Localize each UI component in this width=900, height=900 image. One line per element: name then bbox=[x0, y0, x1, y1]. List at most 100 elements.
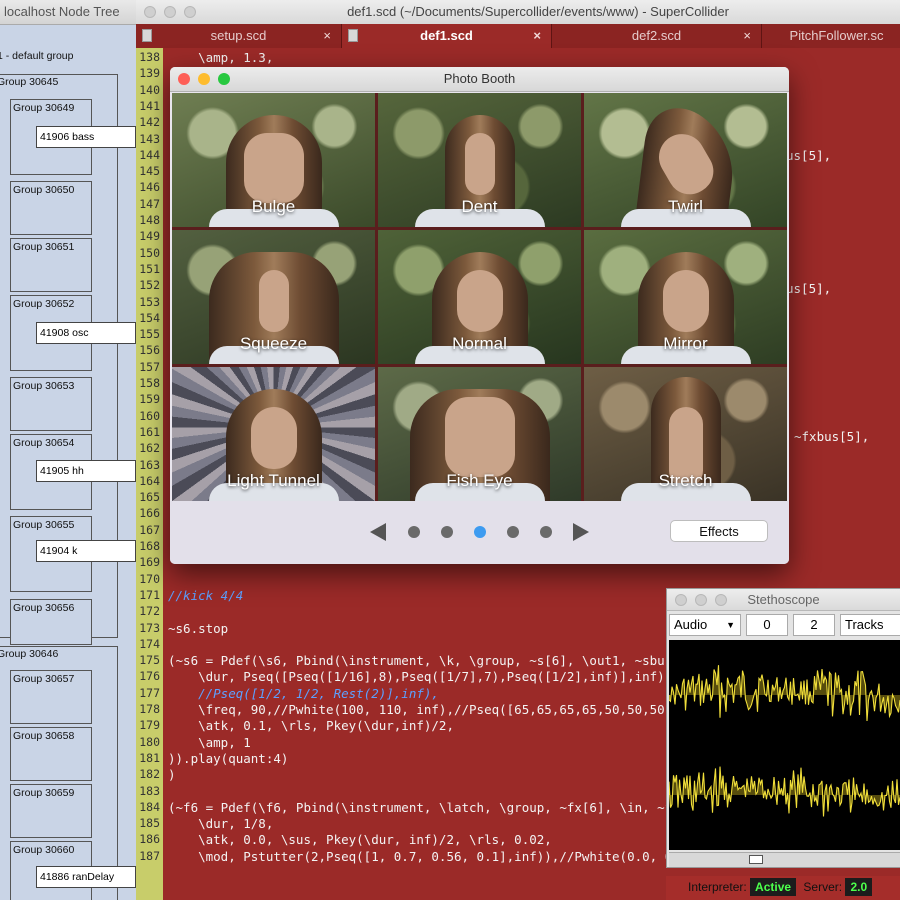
channel-count-field[interactable]: 2 bbox=[793, 614, 835, 636]
line-number: 174 bbox=[139, 636, 160, 651]
close-tab-icon[interactable]: × bbox=[533, 24, 541, 48]
page-dot[interactable] bbox=[540, 526, 552, 538]
effect-tile-bulge[interactable]: Bulge bbox=[172, 93, 375, 227]
effect-tile-mirror[interactable]: Mirror bbox=[584, 230, 787, 364]
code-line[interactable]: \amp, 1 bbox=[168, 735, 251, 750]
synth-node[interactable]: 41906 bass bbox=[36, 126, 136, 148]
code-line[interactable]: (~f6 = Pdef(\f6, Pbind(\instrument, \lat… bbox=[168, 800, 732, 815]
server-status-badge[interactable]: 2.0 bbox=[845, 878, 873, 896]
line-number: 146 bbox=[139, 180, 160, 195]
code-line[interactable]: (~s6 = Pdef(\s6, Pbind(\instrument, \k, … bbox=[168, 653, 702, 668]
effect-tile-twirl[interactable]: Twirl bbox=[584, 93, 787, 227]
interpreter-status-badge[interactable]: Active bbox=[750, 878, 797, 896]
rate-select[interactable]: Audio ▼ bbox=[669, 614, 741, 636]
code-fragment[interactable]: ~fxbus[5], bbox=[794, 429, 869, 444]
subject-face bbox=[464, 133, 495, 195]
scope-scrollbar[interactable] bbox=[669, 852, 900, 867]
tab-def1[interactable]: def1.scd × bbox=[342, 24, 552, 48]
scrollbar-thumb[interactable] bbox=[749, 855, 763, 864]
code-line[interactable]: \atk, 0.1, \rls, Pkey(\dur,inf)/2, bbox=[168, 718, 454, 733]
line-number: 168 bbox=[139, 539, 160, 553]
zoom-dot-icon[interactable] bbox=[715, 594, 727, 606]
code-line[interactable]: \freq, 90,//Pwhite(100, 110, inf),//Pseq… bbox=[168, 702, 680, 717]
minimize-dot-icon[interactable] bbox=[695, 594, 707, 606]
group-label: Group 30654 bbox=[13, 437, 75, 449]
code-line[interactable]: \amp, 1.3, bbox=[168, 50, 273, 65]
tab-def2[interactable]: def2.scd × bbox=[552, 24, 762, 48]
tab-pitchfollower[interactable]: PitchFollower.sc bbox=[762, 24, 900, 48]
effect-tile-fish-eye[interactable]: Fish Eye bbox=[378, 367, 581, 501]
line-number: 171 bbox=[139, 587, 160, 602]
code-fragment[interactable]: us[5], bbox=[786, 281, 831, 296]
tab-setup[interactable]: setup.scd × bbox=[136, 24, 342, 48]
status-bar: Interpreter: Active Server: 2.0 bbox=[666, 876, 900, 900]
code-line[interactable]: \dur, 1/8, bbox=[168, 816, 273, 831]
group-label: Group 30649 bbox=[13, 102, 75, 114]
code-fragment[interactable]: us[5], bbox=[786, 148, 831, 163]
line-number: 157 bbox=[139, 359, 160, 374]
rate-value: Audio bbox=[674, 617, 708, 632]
line-number: 150 bbox=[139, 245, 160, 260]
page-dot[interactable] bbox=[408, 526, 420, 538]
previous-page-icon[interactable] bbox=[370, 523, 386, 541]
effect-label: Squeeze bbox=[239, 334, 308, 353]
page-dot[interactable] bbox=[441, 526, 453, 538]
line-number: 187 bbox=[139, 848, 160, 863]
close-tab-icon[interactable]: × bbox=[743, 24, 751, 48]
group-label: Group 30657 bbox=[13, 673, 75, 685]
editor-window-title: def1.scd (~/Documents/Supercollider/even… bbox=[347, 4, 729, 19]
minimize-dot-icon[interactable] bbox=[198, 73, 210, 85]
effects-navigation: Effects bbox=[170, 501, 789, 564]
effect-label: Twirl bbox=[668, 197, 703, 216]
effect-label: Normal bbox=[452, 334, 507, 353]
bus-index-field[interactable]: 0 bbox=[746, 614, 788, 636]
tab-label: def2.scd bbox=[631, 28, 682, 43]
effect-tile-stretch[interactable]: Stretch bbox=[584, 367, 787, 501]
group-label: Group 30660 bbox=[13, 844, 75, 856]
code-line[interactable]: ) bbox=[168, 767, 176, 782]
page-dot-current[interactable] bbox=[474, 526, 486, 538]
synth-node[interactable]: 41905 hh bbox=[36, 460, 136, 482]
line-number: 165 bbox=[139, 490, 160, 505]
line-number: 138 bbox=[139, 50, 160, 64]
line-number: 179 bbox=[139, 718, 160, 733]
code-line[interactable]: //Pseq([1/2, 1/2, Rest(2)],inf), bbox=[168, 686, 439, 701]
next-page-icon[interactable] bbox=[573, 523, 589, 541]
minimize-dot-icon[interactable] bbox=[164, 6, 176, 18]
line-number: 148 bbox=[139, 213, 160, 227]
code-line[interactable]: \atk, 0.0, \sus, Pkey(\dur, inf)/2, \rls… bbox=[168, 832, 552, 847]
line-number: 185 bbox=[139, 816, 160, 831]
line-number: 180 bbox=[139, 734, 160, 749]
stethoscope-window: Stethoscope Audio ▼ 0 2 Tracks bbox=[666, 588, 900, 868]
close-dot-icon[interactable] bbox=[178, 73, 190, 85]
group-label: Group 30658 bbox=[13, 730, 75, 742]
zoom-dot-icon[interactable] bbox=[218, 73, 230, 85]
effect-tile-squeeze[interactable]: Squeeze bbox=[172, 230, 375, 364]
code-line[interactable]: )).play(quant:4) bbox=[168, 751, 288, 766]
photo-booth-titlebar: Photo Booth bbox=[170, 67, 789, 92]
synth-node[interactable]: 41908 osc bbox=[36, 322, 136, 344]
code-line[interactable]: //kick 4/4 bbox=[168, 588, 243, 603]
stethoscope-title: Stethoscope bbox=[747, 592, 820, 607]
subject-face bbox=[662, 270, 709, 332]
line-number: 158 bbox=[139, 376, 160, 390]
line-number: 155 bbox=[139, 327, 160, 342]
code-line[interactable]: \dur, Pseq([Pseq([1/16],8),Pseq([1/7],7)… bbox=[168, 669, 672, 684]
effect-tile-dent[interactable]: Dent bbox=[378, 93, 581, 227]
stethoscope-titlebar: Stethoscope bbox=[667, 589, 900, 611]
group-label: Group 30656 bbox=[13, 602, 75, 614]
line-number: 175 bbox=[139, 653, 160, 668]
close-dot-icon[interactable] bbox=[675, 594, 687, 606]
view-mode-select[interactable]: Tracks bbox=[840, 614, 900, 636]
effect-tile-normal[interactable]: Normal bbox=[378, 230, 581, 364]
effect-tile-light-tunnel[interactable]: Light Tunnel bbox=[172, 367, 375, 501]
line-number: 147 bbox=[139, 196, 160, 211]
synth-node[interactable]: 41904 k bbox=[36, 540, 136, 562]
page-dot[interactable] bbox=[507, 526, 519, 538]
effect-label: Stretch bbox=[658, 471, 713, 490]
effects-button[interactable]: Effects bbox=[670, 520, 768, 542]
close-dot-icon[interactable] bbox=[144, 6, 156, 18]
synth-node[interactable]: 41886 ranDelay bbox=[36, 866, 136, 888]
close-tab-icon[interactable]: × bbox=[323, 24, 331, 48]
code-line[interactable]: ~s6.stop bbox=[168, 621, 228, 636]
